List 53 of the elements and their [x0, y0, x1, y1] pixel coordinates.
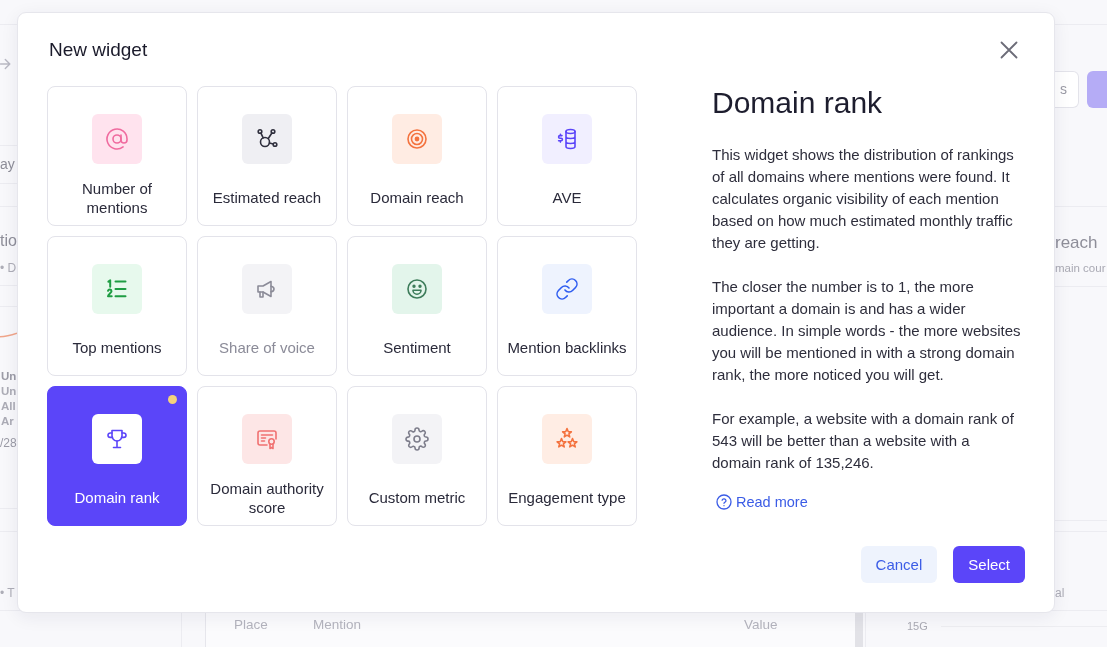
smiling-face-icon — [392, 264, 442, 314]
primary-button[interactable] — [1087, 71, 1107, 108]
tooltip-text: Un — [1, 384, 17, 399]
help-icon — [716, 494, 732, 510]
tooltip-text: All — [1, 399, 16, 414]
axis-label: 15G — [907, 620, 928, 632]
cancel-button[interactable]: Cancel — [860, 546, 938, 583]
trophy-icon — [92, 414, 142, 464]
read-more-link[interactable]: Read more — [716, 491, 808, 513]
certificate-icon — [242, 414, 292, 464]
widget-tile[interactable]: Sentiment — [347, 236, 487, 376]
legend-label: al — [1055, 586, 1065, 600]
scrollbar[interactable] — [855, 613, 863, 647]
panel-title: tio — [0, 231, 17, 251]
description-text: For example, a website with a domain rank of 543 will be better than a website with a domain rank of 135,246. — [712, 409, 1015, 473]
widget-tile[interactable]: Domain authority score — [197, 386, 337, 526]
widget-title: Domain rank — [712, 86, 883, 120]
widget-tile[interactable]: Custom metric — [347, 386, 487, 526]
target-icon — [392, 114, 442, 164]
column-header: Value — [744, 617, 779, 633]
select-button[interactable]: Select — [953, 546, 1025, 583]
dialog-title: New widget — [49, 38, 148, 62]
column-header: Mention — [313, 617, 363, 633]
widget-tile[interactable]: AVE — [497, 86, 637, 226]
widget-tile[interactable]: Top mentions — [47, 236, 187, 376]
three-stars-icon — [542, 414, 592, 464]
tooltip-text: Ar — [1, 414, 14, 429]
panel-subtitle: • D — [0, 261, 17, 276]
widget-tile[interactable]: Mention backlinks — [497, 236, 637, 376]
legend-label: • T — [0, 586, 15, 600]
date-text: /28 — [0, 436, 17, 450]
arrow-icon — [0, 57, 11, 71]
numbered-list-icon — [92, 264, 142, 314]
link-icon — [542, 264, 592, 314]
close-icon[interactable] — [1000, 41, 1018, 59]
widget-tile[interactable]: Number of mentions — [47, 86, 187, 226]
panel-title: reach — [1055, 233, 1098, 253]
connected-nodes-icon — [242, 114, 292, 164]
dollar-coins-icon — [542, 114, 592, 164]
panel-subtitle: main cour — [1055, 261, 1106, 275]
widget-tile[interactable]: Domain rank — [47, 386, 187, 526]
column-header: Place — [234, 617, 269, 633]
toolbar-text: ay — [0, 155, 15, 174]
megaphone-icon — [242, 264, 292, 314]
tooltip-title: Un — [1, 369, 17, 384]
at-sign-icon — [92, 114, 142, 164]
widget-tile[interactable]: Domain reach — [347, 86, 487, 226]
description-text: The closer the number is to 1, the more important a domain is and has a wider audience. In simple words - the more websites you will be mentioned in with a strong domain rank, the more noticed you will get. — [712, 277, 1022, 385]
widget-tile[interactable]: Engagement type — [497, 386, 637, 526]
widget-tile[interactable]: Estimated reach — [197, 86, 337, 226]
description-text: This widget shows the distribution of rankings of all domains where mentions were found. It calculates organic visibility of each mention based on how much estimated monthly traffic they are getting. — [712, 145, 1015, 253]
gear-icon — [392, 414, 442, 464]
chart-line-drawing — [0, 332, 17, 338]
